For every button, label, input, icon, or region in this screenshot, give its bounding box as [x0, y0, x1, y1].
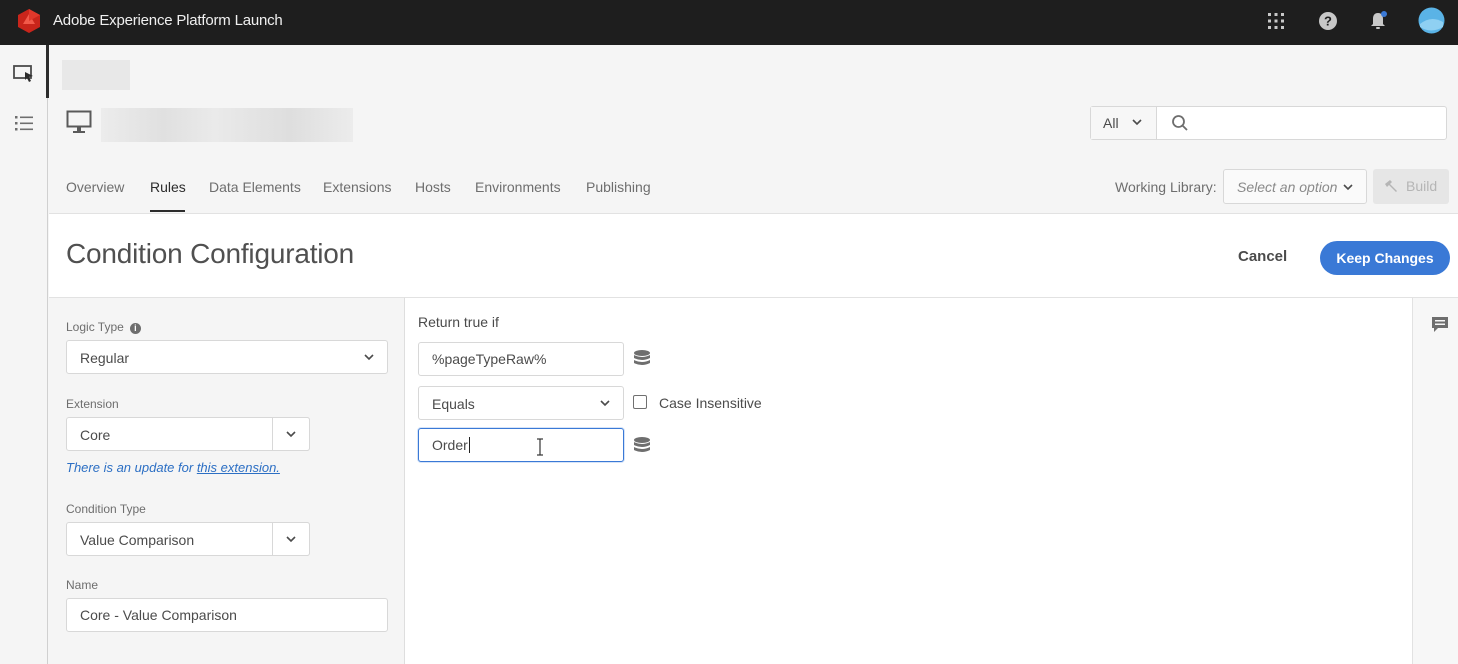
tab-publishing[interactable]: Publishing [586, 179, 651, 195]
tab-hosts[interactable]: Hosts [415, 179, 451, 195]
update-note: There is an update for this extension. [66, 460, 280, 475]
operator-value: Equals [432, 396, 475, 412]
monitor-icon [66, 110, 92, 133]
condition-type-select[interactable]: Value Comparison [66, 522, 310, 556]
condition-type-value: Value Comparison [80, 532, 195, 548]
hammer-icon [1385, 180, 1397, 192]
name-label: Name [66, 578, 99, 592]
comment-icon[interactable] [1431, 315, 1449, 333]
extension-label: Extension [66, 397, 119, 411]
page-title: Condition Configuration [66, 238, 355, 269]
right-operand-value: Order [432, 437, 468, 453]
build-label: Build [1406, 178, 1438, 194]
notifications-bell-icon[interactable] [1367, 10, 1389, 32]
apps-grid-icon[interactable] [1265, 10, 1287, 32]
left-operand-field[interactable]: %pageTypeRaw% [418, 342, 624, 376]
search-box: All [1090, 106, 1447, 140]
text-caret [468, 437, 470, 453]
right-operand-field[interactable]: Order [418, 428, 624, 462]
chevron-down-icon [1343, 184, 1353, 191]
adobe-launch-logo[interactable] [16, 8, 42, 34]
user-avatar[interactable] [1418, 7, 1445, 34]
app-title: Adobe Experience Platform Launch [53, 12, 283, 29]
svg-text:?: ? [1324, 14, 1332, 29]
properties-icon[interactable] [10, 59, 38, 87]
tab-environments[interactable]: Environments [475, 179, 561, 195]
data-element-icon[interactable] [633, 436, 651, 456]
tab-extensions[interactable]: Extensions [323, 179, 391, 195]
extension-select[interactable]: Core [66, 417, 310, 451]
extension-dropdown-button[interactable] [272, 417, 310, 451]
tab-data-elements[interactable]: Data Elements [209, 179, 301, 195]
condition-type-label: Condition Type [66, 502, 146, 516]
info-icon[interactable]: i [129, 323, 141, 334]
logic-type-select[interactable]: Regular [66, 340, 388, 374]
tab-overview[interactable]: Overview [66, 179, 124, 195]
update-note-text: There is an update for [66, 460, 197, 475]
chevron-down-icon [600, 400, 610, 407]
extension-value: Core [80, 427, 111, 443]
operator-select[interactable]: Equals [418, 386, 624, 420]
right-rail [1413, 297, 1458, 664]
working-library-select[interactable]: Select an option [1223, 169, 1367, 204]
rail-active-indicator [46, 45, 49, 98]
case-insensitive-checkbox[interactable] [633, 395, 647, 409]
logic-type-label: Logic Type i [66, 320, 141, 334]
chevron-down-icon [1132, 119, 1142, 126]
list-icon[interactable] [10, 109, 38, 137]
cancel-button[interactable]: Cancel [1238, 248, 1287, 265]
help-icon[interactable]: ? [1317, 10, 1339, 32]
working-library-label: Working Library: [1115, 179, 1217, 195]
tab-rules[interactable]: Rules [150, 179, 186, 195]
return-true-if-label: Return true if [418, 314, 499, 330]
update-extension-link[interactable]: this extension. [197, 460, 280, 475]
build-button[interactable]: Build [1373, 169, 1449, 204]
top-bar: Adobe Experience Platform Launch ? [0, 0, 1458, 45]
logic-type-value: Regular [80, 350, 130, 366]
data-element-icon[interactable] [633, 349, 651, 369]
name-field[interactable]: Core - Value Comparison [66, 598, 388, 632]
case-insensitive-label[interactable]: Case Insensitive [659, 395, 762, 411]
active-tab-underline [150, 210, 185, 212]
logic-type-label-text: Logic Type [66, 320, 124, 334]
search-icon [1172, 115, 1188, 131]
search-filter-select[interactable]: All [1091, 107, 1157, 139]
chevron-down-icon [286, 431, 296, 438]
text-cursor-icon [537, 438, 543, 456]
keep-changes-button[interactable]: Keep Changes [1320, 241, 1450, 275]
breadcrumb[interactable] [62, 60, 130, 90]
chevron-down-icon [286, 536, 296, 543]
property-name [101, 108, 353, 142]
working-library-placeholder: Select an option [1237, 179, 1338, 195]
search-filter-value: All [1103, 115, 1119, 131]
condition-type-dropdown-button[interactable] [272, 522, 310, 556]
chevron-down-icon [364, 354, 374, 361]
left-rail [0, 45, 49, 664]
